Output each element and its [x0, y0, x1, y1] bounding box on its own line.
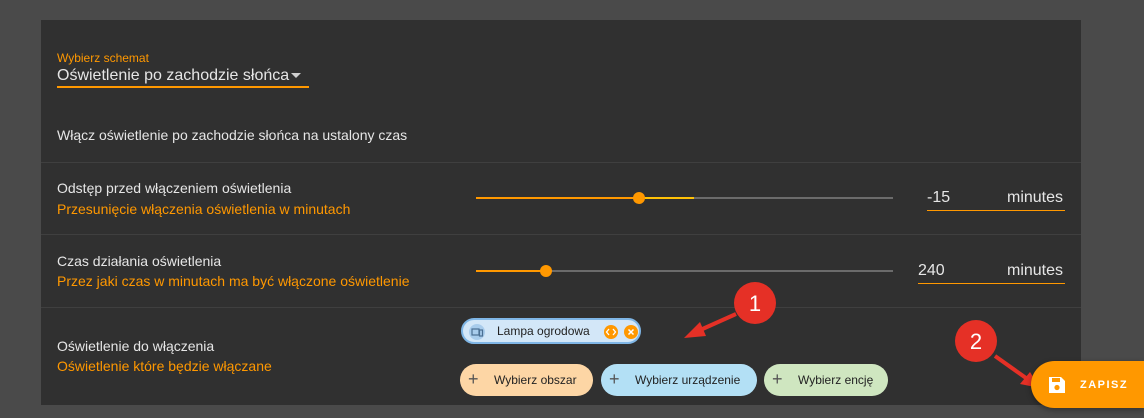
- callout-badge-2: 2: [955, 320, 997, 362]
- callout-number: 2: [969, 329, 983, 354]
- save-button-label: ZAPISZ: [1080, 379, 1129, 391]
- callout-number: 1: [748, 291, 762, 316]
- floppy-disk-icon: [1049, 377, 1065, 393]
- save-button[interactable]: ZAPISZ: [1031, 361, 1144, 408]
- arrow-head-1: [684, 322, 706, 338]
- callout-badge-1: 1: [734, 282, 776, 324]
